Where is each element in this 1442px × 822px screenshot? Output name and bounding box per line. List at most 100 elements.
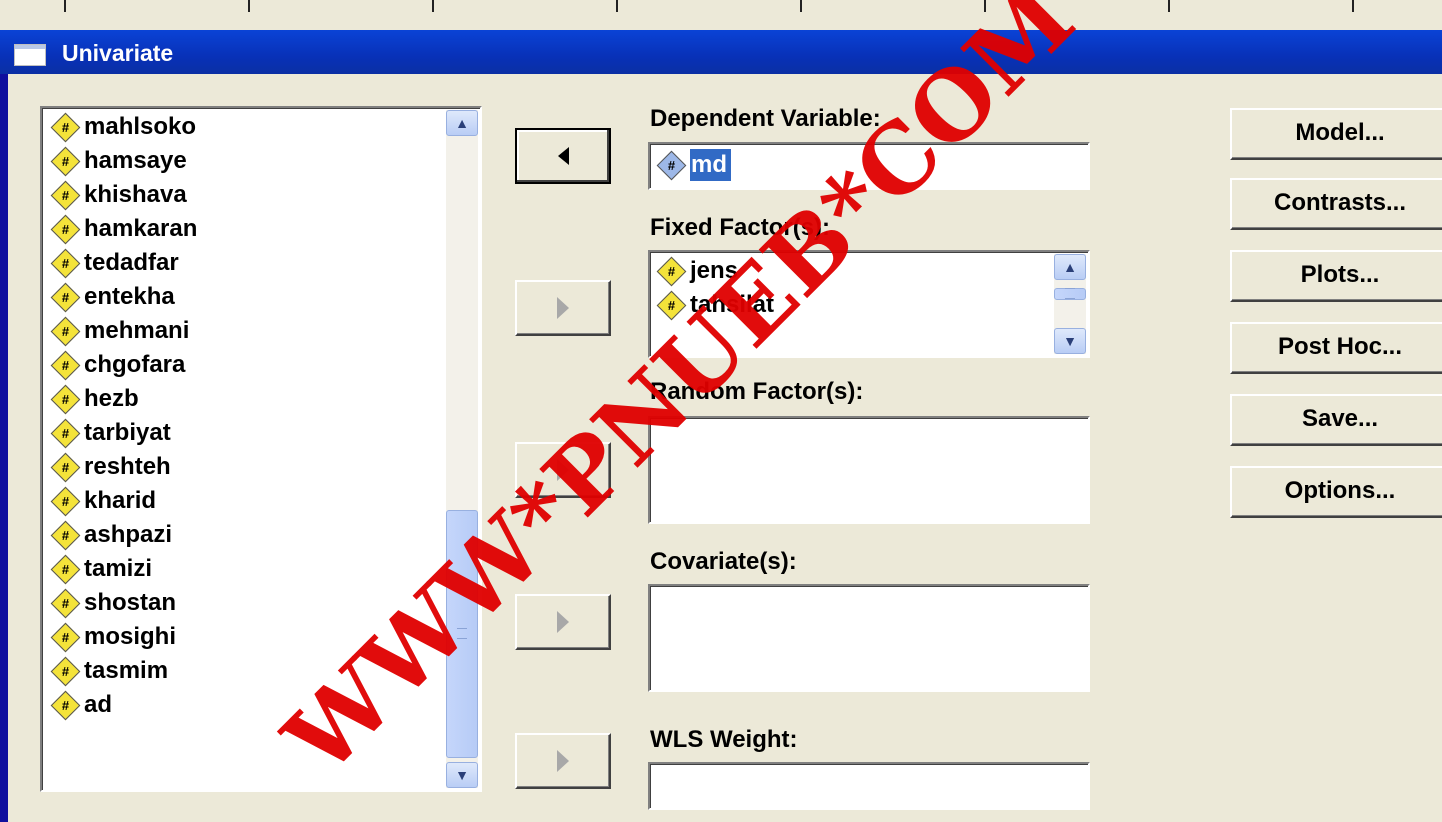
scroll-up-button[interactable]: ▲: [1054, 254, 1086, 280]
scale-variable-icon: [50, 520, 81, 550]
variable-name: tahsilat: [690, 291, 775, 318]
list-item[interactable]: ashpazi: [50, 518, 197, 552]
wls-weight-field[interactable]: [648, 762, 1090, 810]
list-item[interactable]: jens: [656, 254, 774, 288]
move-wls-weight-button[interactable]: [515, 733, 611, 789]
dependent-variable-field[interactable]: md: [648, 142, 1090, 190]
variable-name: shostan: [84, 589, 177, 616]
variable-name: hamsaye: [84, 147, 187, 174]
list-item[interactable]: mahlsoko: [50, 110, 197, 144]
column-divider: [800, 0, 802, 12]
title-bar[interactable]: Univariate: [0, 30, 1442, 74]
list-item[interactable]: entekha: [50, 280, 197, 314]
list-item[interactable]: khishava: [50, 178, 197, 212]
scroll-down-button[interactable]: ▼: [446, 762, 478, 788]
list-item[interactable]: tarbiyat: [50, 416, 197, 450]
fixed-factors-list[interactable]: jens tahsilat ▲ ▼: [648, 250, 1090, 358]
list-item[interactable]: chgofara: [50, 348, 197, 382]
scale-variable-icon: [50, 486, 81, 516]
scale-variable-icon: [50, 180, 81, 210]
scale-variable-icon: [50, 452, 81, 482]
move-random-factor-button[interactable]: [515, 442, 611, 498]
options-button[interactable]: Options...: [1230, 466, 1442, 518]
list-item[interactable]: tahsilat: [656, 288, 774, 322]
list-item[interactable]: md: [656, 149, 731, 181]
column-divider: [1168, 0, 1170, 12]
variable-name: tamizi: [84, 555, 153, 582]
variable-list-scrollbar[interactable]: ▲ ▼: [446, 110, 478, 788]
list-item[interactable]: shostan: [50, 586, 197, 620]
scale-variable-icon: [50, 146, 81, 176]
variable-name: entekha: [84, 283, 175, 310]
variable-name: ashpazi: [84, 521, 173, 548]
scale-variable-icon: [50, 112, 81, 142]
fixed-factors-label: Fixed Factor(s):: [650, 214, 831, 241]
variable-name: ad: [84, 691, 113, 718]
window-icon: [14, 44, 46, 66]
scale-variable-icon: [50, 622, 81, 652]
list-item[interactable]: kharid: [50, 484, 197, 518]
scale-variable-icon: [50, 214, 81, 244]
variable-name: reshteh: [84, 453, 171, 480]
variable-name: hamkaran: [84, 215, 198, 242]
list-item[interactable]: hamkaran: [50, 212, 197, 246]
column-divider: [432, 0, 434, 12]
post-hoc-button[interactable]: Post Hoc...: [1230, 322, 1442, 374]
scale-variable-icon: [50, 282, 81, 312]
move-dependent-button[interactable]: [515, 128, 611, 184]
scroll-up-button[interactable]: ▲: [446, 110, 478, 136]
move-fixed-factor-button[interactable]: [515, 280, 611, 336]
variable-name: mahlsoko: [84, 113, 197, 140]
arrow-right-icon: [557, 611, 569, 633]
arrow-left-icon: [557, 147, 569, 165]
variable-name: tarbiyat: [84, 419, 171, 446]
random-factors-list[interactable]: [648, 416, 1090, 524]
list-item[interactable]: tamizi: [50, 552, 197, 586]
covariates-list[interactable]: [648, 584, 1090, 692]
move-covariate-button[interactable]: [515, 594, 611, 650]
scale-variable-icon: [50, 656, 81, 686]
scale-variable-icon: [50, 690, 81, 720]
scale-variable-icon: [50, 588, 81, 618]
arrow-right-icon: [557, 459, 569, 481]
scale-variable-icon: [656, 290, 687, 320]
scale-variable-icon: [50, 554, 81, 584]
column-divider: [248, 0, 250, 12]
variable-name: tasmim: [84, 657, 169, 684]
list-item[interactable]: ad: [50, 688, 197, 722]
scale-variable-icon: [50, 350, 81, 380]
list-item[interactable]: tasmim: [50, 654, 197, 688]
list-item[interactable]: tedadfar: [50, 246, 197, 280]
scroll-down-button[interactable]: ▼: [1054, 328, 1086, 354]
scroll-thumb[interactable]: [446, 510, 478, 758]
dependent-variable-label: Dependent Variable:: [650, 105, 881, 132]
contrasts-button[interactable]: Contrasts...: [1230, 178, 1442, 230]
save-button[interactable]: Save...: [1230, 394, 1442, 446]
column-divider: [984, 0, 986, 12]
scale-variable-icon: [656, 256, 687, 286]
selected-variable: md: [690, 149, 731, 181]
dialog-body: mahlsoko hamsaye khishava hamkaran tedad…: [8, 74, 1442, 822]
column-divider: [1352, 0, 1354, 12]
scale-variable-icon: [50, 384, 81, 414]
list-item[interactable]: reshteh: [50, 450, 197, 484]
variable-name: mosighi: [84, 623, 177, 650]
random-factors-label: Random Factor(s):: [650, 378, 864, 405]
covariates-label: Covariate(s):: [650, 548, 797, 575]
scale-variable-icon: [50, 248, 81, 278]
variable-name: mehmani: [84, 317, 190, 344]
model-button[interactable]: Model...: [1230, 108, 1442, 160]
list-item[interactable]: mosighi: [50, 620, 197, 654]
list-item[interactable]: hamsaye: [50, 144, 197, 178]
scroll-thumb[interactable]: [1054, 288, 1086, 300]
variable-name: jens: [690, 257, 739, 284]
column-divider: [64, 0, 66, 12]
variable-list[interactable]: mahlsoko hamsaye khishava hamkaran tedad…: [40, 106, 482, 792]
variable-name: khishava: [84, 181, 187, 208]
arrow-right-icon: [557, 297, 569, 319]
plots-button[interactable]: Plots...: [1230, 250, 1442, 302]
list-item[interactable]: mehmani: [50, 314, 197, 348]
list-item[interactable]: hezb: [50, 382, 197, 416]
fixed-factors-scrollbar[interactable]: ▲ ▼: [1054, 254, 1086, 354]
variable-name: kharid: [84, 487, 157, 514]
